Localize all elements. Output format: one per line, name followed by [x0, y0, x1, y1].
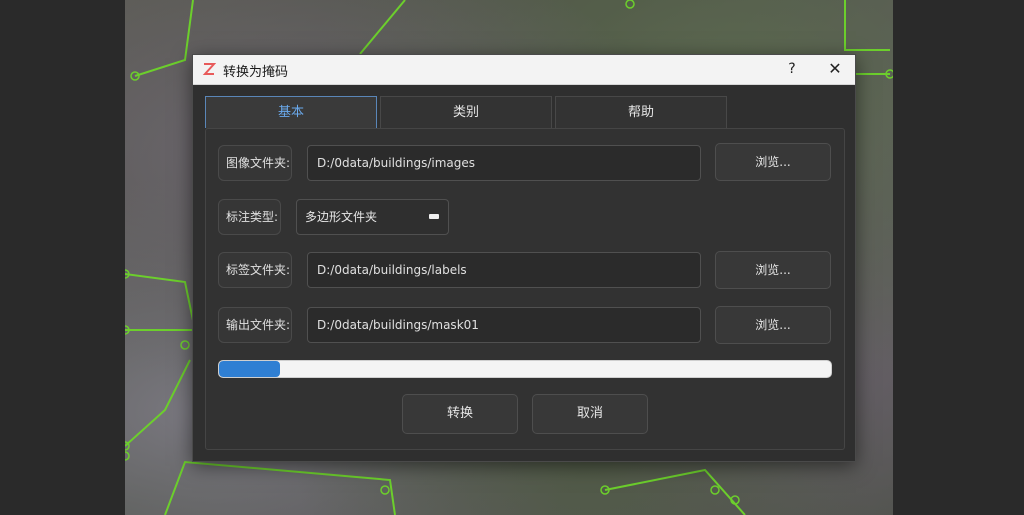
annotation-type-select[interactable]: 多边形文件夹 [296, 199, 449, 235]
basic-tab-panel: 图像文件夹: D:/0data/buildings/images 浏览... 标… [205, 128, 845, 450]
dialog-title: 转换为掩码 [223, 65, 289, 80]
convert-button[interactable]: 转换 [402, 394, 518, 434]
output-folder-field[interactable]: D:/0data/buildings/mask01 [307, 307, 701, 343]
label-folder-field[interactable]: D:/0data/buildings/labels [307, 252, 701, 288]
close-icon[interactable]: ✕ [823, 59, 847, 79]
annotation-polygon [164, 460, 396, 515]
image-folder-label: 图像文件夹: [218, 145, 292, 181]
tab-help[interactable]: 帮助 [555, 96, 727, 128]
dropdown-icon [429, 214, 439, 219]
vertex-handle [125, 451, 130, 461]
label-folder-browse-button[interactable]: 浏览... [715, 251, 831, 289]
output-folder-label: 输出文件夹: [218, 307, 292, 343]
progress-fill [219, 361, 281, 377]
convert-to-mask-dialog: 转换为掩码 ? ✕ 基本 类别 帮助 图像文件夹: D:/0data/build… [192, 54, 856, 462]
vertex-handle [380, 485, 390, 495]
annotation-type-value: 多边形文件夹 [305, 210, 378, 224]
output-folder-browse-button[interactable]: 浏览... [715, 306, 831, 344]
tab-basic[interactable]: 基本 [205, 96, 377, 128]
image-folder-field[interactable]: D:/0data/buildings/images [307, 145, 701, 181]
annotation-polygon [125, 359, 191, 447]
vertex-handle [710, 485, 720, 495]
z-logo-icon [202, 63, 216, 75]
annotation-polygon [604, 468, 746, 515]
tab-categories[interactable]: 类别 [380, 96, 552, 128]
annotation-polygon [844, 0, 890, 51]
annotation-polygon [125, 273, 197, 331]
help-icon[interactable]: ? [781, 59, 803, 79]
annotation-type-label: 标注类型: [218, 199, 281, 235]
workspace-left-margin [0, 0, 125, 515]
vertex-handle [180, 340, 190, 350]
workspace-right-margin [893, 0, 1024, 515]
image-folder-browse-button[interactable]: 浏览... [715, 143, 831, 181]
dialog-titlebar[interactable]: 转换为掩码 ? ✕ [193, 55, 855, 85]
annotation-polygon [359, 0, 406, 55]
vertex-handle [625, 0, 635, 9]
annotation-polygon [134, 0, 194, 77]
conversion-progress-bar [218, 360, 832, 378]
label-folder-label: 标签文件夹: [218, 252, 292, 288]
cancel-button[interactable]: 取消 [532, 394, 648, 434]
